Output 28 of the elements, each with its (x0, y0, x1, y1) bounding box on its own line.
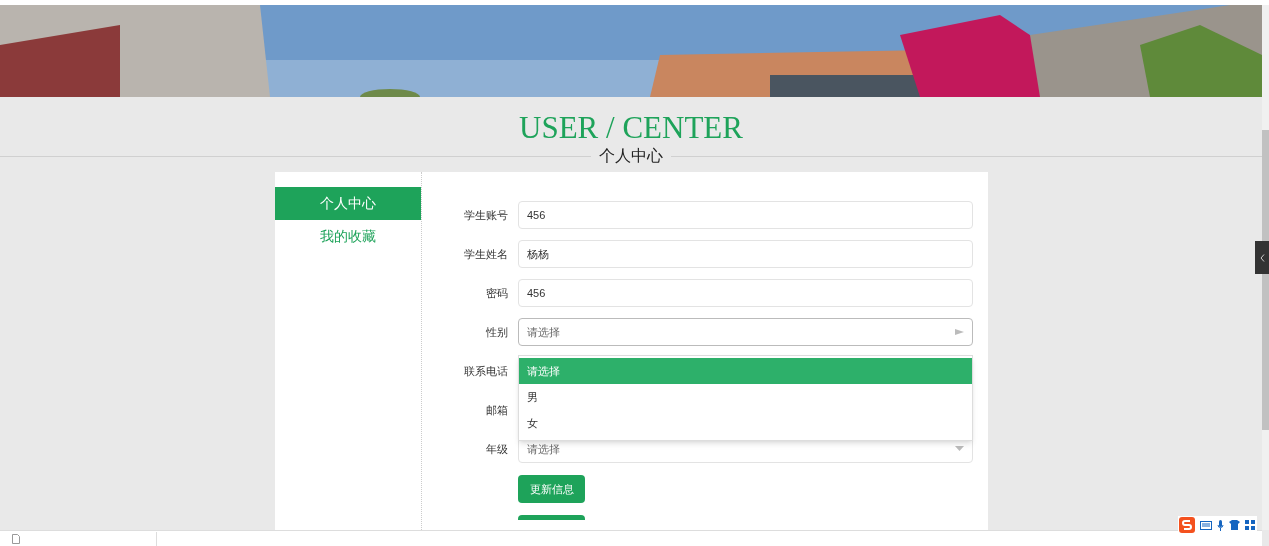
input-field[interactable]: 456 (518, 279, 973, 307)
field-label: 学生账号 (463, 207, 509, 223)
sidebar-item[interactable]: 个人中心 (275, 187, 421, 220)
page-title: USER / CENTER (519, 111, 743, 145)
field-label: 年级 (485, 441, 509, 457)
field-label: 邮箱 (485, 402, 509, 418)
file-icon (12, 533, 20, 544)
field-label: 性别 (485, 324, 509, 340)
shirt-icon (1229, 520, 1240, 530)
dropdown-option[interactable]: 女 (519, 410, 972, 436)
microphone-icon (1217, 519, 1224, 531)
dropdown-option[interactable]: 男 (519, 384, 972, 410)
input-field[interactable]: 456 (518, 201, 973, 229)
button[interactable] (518, 515, 585, 520)
select-field[interactable]: 请选择 (518, 318, 973, 346)
page-subtitle: 个人中心 (598, 146, 664, 166)
field-label: 联系电话 (463, 363, 509, 379)
input-field[interactable]: 杨杨 (518, 240, 973, 268)
dropdown-arrow-icon (955, 446, 964, 452)
update-button[interactable]: 更新信息 (518, 475, 585, 503)
side-panel-toggle[interactable] (1255, 241, 1269, 274)
field-label: 学生姓名 (463, 246, 509, 262)
field-label: 密码 (485, 285, 509, 301)
sidebar-item[interactable]: 我的收藏 (275, 220, 421, 253)
grid-icon (1245, 520, 1255, 530)
keyboard-icon (1200, 520, 1212, 530)
chevron-left-icon (1259, 253, 1265, 262)
collapse-arrow-icon (955, 329, 964, 335)
